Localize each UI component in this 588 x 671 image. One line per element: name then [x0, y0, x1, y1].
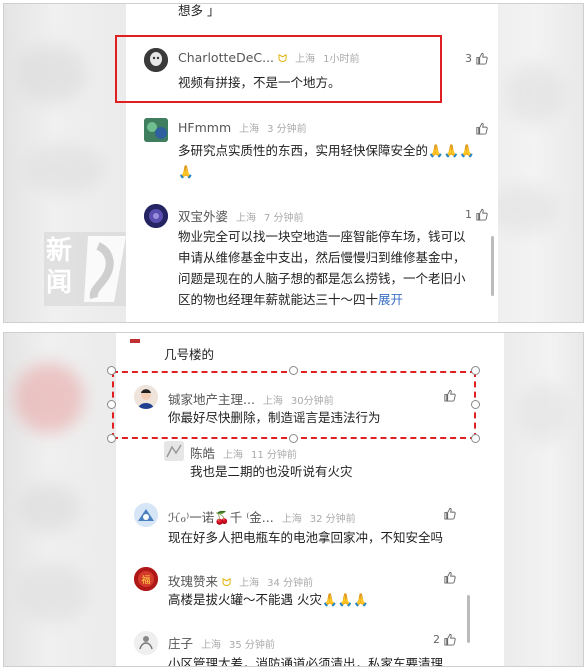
comment-item[interactable]: 双宝外婆 上海 7 分钟前 1 物业完全可以找一块空地造一座智能停车场，钱可以申… [126, 200, 498, 322]
thumbs-up-icon [476, 208, 488, 221]
resize-handle[interactable] [107, 400, 116, 409]
scrollbar[interactable] [467, 595, 470, 643]
thumbs-up-icon [476, 122, 488, 135]
like-button[interactable] [443, 507, 456, 520]
comment-time: 35 分钟前 [228, 640, 275, 651]
thumbs-up-icon [444, 507, 456, 520]
news-watermark-logo: 新 闻 [44, 232, 128, 306]
like-button[interactable]: 3 [465, 52, 488, 65]
comment-text: 物业完全可以找一块空地造一座智能停车场，钱可以申请从维修基金中支出，然后慢慢归到… [178, 229, 466, 307]
like-button[interactable]: 1 [465, 208, 488, 221]
like-button[interactable] [443, 571, 456, 584]
like-count: 3 [465, 52, 472, 65]
comment-location: 上海 [281, 514, 302, 525]
comment-text: 高楼是拔火罐～不能遇 火灾🙏🙏🙏 [168, 592, 369, 607]
comment-username[interactable]: 庄子 上海 35 分钟前 [168, 633, 275, 652]
avatar[interactable] [134, 631, 158, 655]
watermark-text-2: 闻 [46, 268, 73, 298]
comment-text: 小区管理太差，消防通道必须清出，私家车要清理 [168, 656, 444, 667]
comment-username[interactable]: ℋℴ⁾一诺🍒千 ⁽金... 上海 32 分钟前 [168, 507, 356, 526]
avatar[interactable] [144, 204, 168, 228]
svg-text:福: 福 [141, 574, 150, 586]
comment-time: 34 分钟前 [267, 578, 314, 589]
highlight-box [115, 35, 442, 103]
comment-location: 上海 [201, 640, 221, 651]
expand-link[interactable]: 展开 [378, 292, 403, 307]
thumbs-up-icon [444, 633, 456, 646]
resize-handle[interactable] [471, 434, 480, 443]
comment-text: 我也是二期的也没听说有火灾 [190, 464, 353, 479]
comment-time: 11 分钟前 [250, 450, 297, 461]
cut-off-comment-text: 几号楼的 [164, 347, 215, 362]
comment-location: 上海 [236, 213, 256, 224]
thumbs-up-icon [476, 52, 488, 65]
top-screenshot-panel: 新 闻 想多 」 CharlotteDeC... ᗢ 上海 1小时前 3 视频有… [3, 3, 584, 323]
like-button[interactable] [475, 122, 488, 135]
avatar[interactable]: 福 [134, 567, 158, 591]
avatar[interactable] [164, 441, 184, 461]
scrollbar[interactable] [491, 236, 494, 296]
blurred-left-background [4, 333, 116, 666]
comment-text: 多研究点实质性的东西，实用轻快保障安全的🙏🙏🙏🙏 [178, 143, 475, 179]
avatar-fragment [130, 339, 140, 343]
comment-item[interactable]: ℋℴ⁾一诺🍒千 ⁽金... 上海 32 分钟前 现在好多人把电瓶车的电池拿回家冲… [116, 497, 504, 563]
thumbs-up-icon [444, 571, 456, 584]
comment-location: 上海 [239, 578, 260, 589]
avatar[interactable] [134, 503, 158, 527]
like-count: 2 [433, 633, 440, 646]
comment-text: 现在好多人把电瓶车的电池拿回家冲，不知安全吗 [168, 530, 444, 545]
reply-item[interactable]: 陈皓 上海 11 分钟前 我也是二期的也没听说有火灾 [116, 437, 504, 489]
resize-handle[interactable] [289, 434, 298, 443]
comment-username[interactable]: 双宝外婆 上海 7 分钟前 [178, 206, 304, 225]
like-count: 1 [465, 208, 472, 221]
comment-location: 上海 [223, 450, 243, 461]
blurred-right-background [503, 333, 583, 666]
comment-time: 32 分钟前 [309, 514, 356, 525]
comment-item[interactable]: 庄子 上海 35 分钟前 2 小区管理太差，消防通道必须清出，私家车要清理 [116, 625, 504, 667]
comment-time: 7 分钟前 [263, 213, 304, 224]
comment-time: 3 分钟前 [267, 124, 307, 135]
watermark-text-1: 新 [46, 236, 73, 266]
comment-location: 上海 [239, 124, 260, 135]
bottom-screenshot-panel: 几号楼的 铖家地产主理... 上海 30分钟前 你最好尽快删除，制造谣言是违法行… [3, 332, 584, 667]
resize-handle[interactable] [107, 434, 116, 443]
avatar[interactable] [144, 118, 168, 142]
like-button[interactable]: 2 [433, 633, 456, 646]
badge-icon: ᗢ [222, 576, 232, 589]
resize-handle[interactable] [471, 366, 480, 375]
comment-username[interactable]: 陈皓 上海 11 分钟前 [190, 443, 297, 462]
selection-box[interactable] [112, 371, 476, 439]
comment-item[interactable]: HFmmm 上海 3 分钟前 多研究点实质性的东西，实用轻快保障安全的🙏🙏🙏🙏 [126, 114, 498, 200]
resize-handle[interactable] [471, 400, 480, 409]
comment-item[interactable]: 福 玫瑰赞来 ᗢ 上海 34 分钟前 高楼是拔火罐～不能遇 火灾🙏🙏🙏 [116, 561, 504, 623]
resize-handle[interactable] [107, 366, 116, 375]
cut-off-comment-text: 想多 」 [178, 3, 220, 18]
resize-handle[interactable] [289, 366, 298, 375]
comment-username[interactable]: 玫瑰赞来 ᗢ 上海 34 分钟前 [168, 571, 313, 590]
comment-username[interactable]: HFmmm 上海 3 分钟前 [178, 120, 307, 135]
